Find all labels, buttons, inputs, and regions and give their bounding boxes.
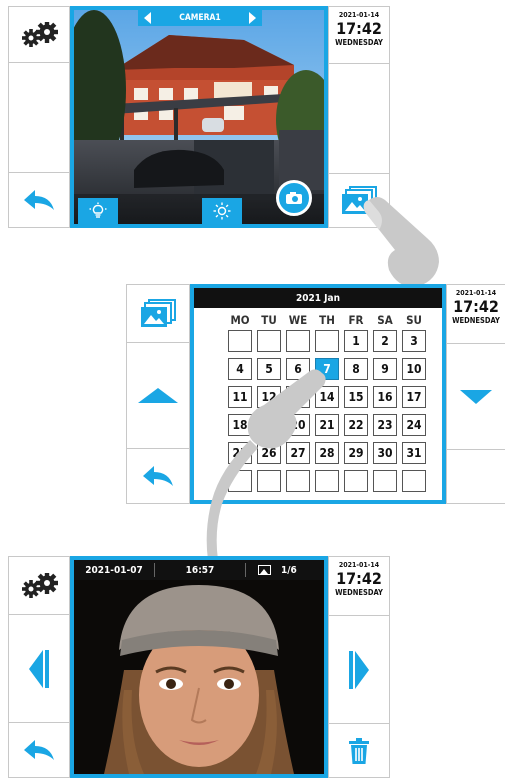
calendar-day[interactable]: 24 (402, 414, 426, 436)
current-date: 2021-01-14 (338, 561, 380, 569)
flow-connector (206, 440, 258, 560)
weekday-label: TU (261, 313, 277, 327)
photo-time: 16:57 (185, 564, 215, 576)
light-bulb-icon (89, 202, 107, 218)
weekday-label: SU (406, 313, 422, 327)
current-date: 2021-01-14 (338, 11, 380, 19)
photo-image (74, 580, 324, 774)
camera-name: CAMERA1 (179, 13, 221, 23)
photo-view: 2021-01-07 16:57 1/6 (70, 556, 328, 778)
light-button[interactable] (78, 198, 118, 224)
clock: 2021-01-14 17:42 WEDNESDAY (447, 289, 505, 325)
calendar-day-empty (373, 470, 397, 492)
triangle-down-icon (460, 389, 492, 404)
calendar-day-empty (286, 470, 310, 492)
calendar-day-empty (315, 470, 339, 492)
triangle-up-icon (138, 388, 178, 403)
calendar-day[interactable]: 22 (344, 414, 368, 436)
photo-info-bar: 2021-01-07 16:57 1/6 (74, 560, 324, 580)
prev-camera-button[interactable] (144, 12, 151, 24)
calendar-day[interactable]: 15 (344, 386, 368, 408)
calendar-day-empty (257, 330, 281, 352)
current-time: 17:42 (336, 569, 382, 588)
back-button[interactable] (127, 449, 189, 503)
calendar-day[interactable]: 8 (344, 358, 368, 380)
calendar-day-empty (228, 330, 252, 352)
current-weekday: WEDNESDAY (452, 316, 500, 325)
back-arrow-icon (24, 740, 54, 760)
current-date: 2021-01-14 (455, 289, 497, 297)
scroll-down-button[interactable] (447, 344, 505, 449)
triangle-right-icon (355, 650, 369, 689)
gears-icon (22, 572, 58, 598)
snapshot-button[interactable] (276, 180, 312, 216)
right-column: 2021-01-14 17:42 WEDNESDAY (446, 284, 505, 504)
calendar-day[interactable]: 17 (402, 386, 426, 408)
gears-icon (22, 21, 58, 47)
calendar-month-title: 2021 Jan (194, 288, 442, 308)
calendar-day-empty (402, 470, 426, 492)
calendar-day[interactable]: 23 (373, 414, 397, 436)
calendar-day[interactable]: 29 (344, 442, 368, 464)
gallery-icon (141, 298, 176, 327)
right-column: 2021-01-14 17:42 WEDNESDAY (328, 556, 390, 778)
calendar-day[interactable]: 31 (402, 442, 426, 464)
sun-icon (213, 202, 231, 220)
calendar-day[interactable]: 3 (402, 330, 426, 352)
next-camera-button[interactable] (249, 12, 256, 24)
weekday-label: TH (319, 313, 335, 327)
back-arrow-icon (24, 190, 54, 210)
camera-icon (286, 192, 302, 204)
back-button[interactable] (9, 723, 69, 777)
calendar-day-empty (286, 330, 310, 352)
triangle-left-icon (29, 649, 43, 688)
current-weekday: WEDNESDAY (335, 38, 383, 47)
weekday-label: SA (377, 313, 393, 327)
settings-button[interactable] (9, 7, 69, 63)
clock: 2021-01-14 17:42 WEDNESDAY (329, 561, 389, 597)
previous-photo-button[interactable] (9, 615, 69, 723)
current-time: 17:42 (453, 297, 499, 316)
delete-photo-button[interactable] (329, 724, 389, 777)
gallery-button[interactable] (127, 285, 189, 343)
calendar-day[interactable]: 30 (373, 442, 397, 464)
photo-counter: 1/6 (281, 564, 297, 576)
left-column (8, 556, 70, 778)
settings-button[interactable] (9, 557, 69, 615)
camera-view: CAMERA1 (70, 6, 328, 228)
calendar-day[interactable]: 1 (344, 330, 368, 352)
calendar-day-empty (257, 470, 281, 492)
photo-date: 2021-01-07 (85, 564, 143, 576)
brightness-button[interactable] (202, 198, 242, 224)
calendar-day-empty (315, 330, 339, 352)
calendar-day[interactable]: 10 (402, 358, 426, 380)
calendar-day[interactable]: 2 (373, 330, 397, 352)
weekday-label: MO (230, 313, 250, 327)
scroll-up-button[interactable] (127, 343, 189, 449)
left-column (8, 6, 70, 228)
empty-cell (9, 63, 69, 173)
current-time: 17:42 (336, 19, 382, 38)
left-column (126, 284, 190, 504)
weekday-label: FR (348, 313, 364, 327)
camera-selector: CAMERA1 (138, 10, 262, 26)
trash-icon (349, 737, 369, 764)
calendar-day[interactable]: 16 (373, 386, 397, 408)
back-arrow-icon (143, 466, 173, 486)
back-button[interactable] (9, 173, 69, 227)
weekday-label: WE (288, 313, 308, 327)
image-icon (258, 565, 271, 575)
clock: 2021-01-14 17:42 WEDNESDAY (329, 11, 389, 47)
next-photo-button[interactable] (329, 616, 389, 723)
calendar-day[interactable]: 9 (373, 358, 397, 380)
current-weekday: WEDNESDAY (335, 588, 383, 597)
calendar-day-empty (344, 470, 368, 492)
